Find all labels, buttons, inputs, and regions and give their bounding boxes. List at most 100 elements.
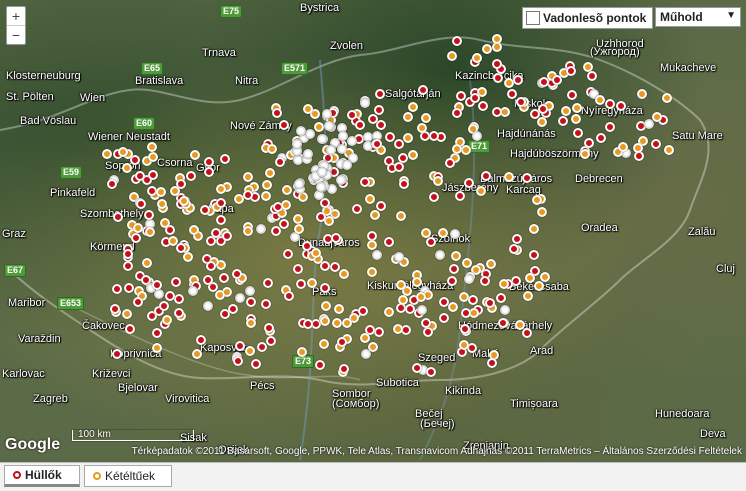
observation-marker[interactable] xyxy=(412,363,422,373)
observation-marker[interactable] xyxy=(605,122,615,132)
observation-marker[interactable] xyxy=(452,144,462,154)
observation-marker[interactable] xyxy=(338,131,348,141)
observation-marker[interactable] xyxy=(317,167,327,177)
observation-marker[interactable] xyxy=(157,199,167,209)
observation-marker[interactable] xyxy=(283,249,293,259)
observation-marker[interactable] xyxy=(417,305,427,315)
observation-marker[interactable] xyxy=(580,149,590,159)
observation-marker[interactable] xyxy=(331,233,341,243)
observation-marker[interactable] xyxy=(499,279,509,289)
observation-marker[interactable] xyxy=(339,269,349,279)
observation-marker[interactable] xyxy=(481,171,491,181)
observation-marker[interactable] xyxy=(498,318,508,328)
observation-marker[interactable] xyxy=(384,307,394,317)
observation-marker[interactable] xyxy=(148,170,158,180)
observation-marker[interactable] xyxy=(262,180,272,190)
observation-marker[interactable] xyxy=(188,286,198,296)
observation-marker[interactable] xyxy=(296,126,306,136)
observation-marker[interactable] xyxy=(147,142,157,152)
observation-marker[interactable] xyxy=(372,139,382,149)
observation-marker[interactable] xyxy=(152,280,162,290)
observation-marker[interactable] xyxy=(124,283,134,293)
observation-marker[interactable] xyxy=(461,308,471,318)
observation-marker[interactable] xyxy=(396,280,406,290)
observation-marker[interactable] xyxy=(315,360,325,370)
observation-marker[interactable] xyxy=(196,335,206,345)
observation-marker[interactable] xyxy=(426,237,436,247)
observation-marker[interactable] xyxy=(322,109,332,119)
observation-marker[interactable] xyxy=(235,341,245,351)
observation-marker[interactable] xyxy=(342,318,352,328)
observation-marker[interactable] xyxy=(512,234,522,244)
observation-marker[interactable] xyxy=(618,142,628,152)
observation-marker[interactable] xyxy=(492,107,502,117)
observation-marker[interactable] xyxy=(416,292,426,302)
observation-marker[interactable] xyxy=(447,51,457,61)
observation-marker[interactable] xyxy=(399,179,409,189)
observation-marker[interactable] xyxy=(516,97,526,107)
observation-marker[interactable] xyxy=(509,244,519,254)
observation-marker[interactable] xyxy=(261,299,271,309)
observation-marker[interactable] xyxy=(135,171,145,181)
observation-marker[interactable] xyxy=(421,228,431,238)
observation-marker[interactable] xyxy=(311,248,321,258)
observation-marker[interactable] xyxy=(394,139,404,149)
observation-marker[interactable] xyxy=(462,258,472,268)
observation-marker[interactable] xyxy=(452,108,462,118)
observation-marker[interactable] xyxy=(125,324,135,334)
observation-marker[interactable] xyxy=(476,186,486,196)
observation-marker[interactable] xyxy=(107,179,117,189)
observation-marker[interactable] xyxy=(339,364,349,374)
observation-marker[interactable] xyxy=(558,116,568,126)
observation-marker[interactable] xyxy=(110,304,120,314)
observation-marker[interactable] xyxy=(529,250,539,260)
observation-marker[interactable] xyxy=(152,328,162,338)
observation-marker[interactable] xyxy=(429,192,439,202)
observation-marker[interactable] xyxy=(186,171,196,181)
observation-marker[interactable] xyxy=(584,138,594,148)
observation-marker[interactable] xyxy=(266,336,276,346)
observation-marker[interactable] xyxy=(170,186,180,196)
maptype-select[interactable]: Műhold ▼ xyxy=(655,7,741,27)
observation-marker[interactable] xyxy=(464,178,474,188)
observation-marker[interactable] xyxy=(148,152,158,162)
observation-marker[interactable] xyxy=(637,89,647,99)
observation-marker[interactable] xyxy=(279,219,289,229)
observation-marker[interactable] xyxy=(447,276,457,286)
observation-marker[interactable] xyxy=(448,302,458,312)
observation-marker[interactable] xyxy=(571,114,581,124)
observation-marker[interactable] xyxy=(572,103,582,113)
observation-marker[interactable] xyxy=(360,98,370,108)
observation-marker[interactable] xyxy=(133,223,143,233)
observation-marker[interactable] xyxy=(525,273,535,283)
observation-marker[interactable] xyxy=(159,301,169,311)
observation-marker[interactable] xyxy=(256,224,266,234)
observation-marker[interactable] xyxy=(144,210,154,220)
observation-marker[interactable] xyxy=(246,297,256,307)
observation-marker[interactable] xyxy=(595,95,605,105)
observation-marker[interactable] xyxy=(652,112,662,122)
observation-marker[interactable] xyxy=(633,143,643,153)
observation-marker[interactable] xyxy=(438,228,448,238)
observation-marker[interactable] xyxy=(319,339,329,349)
observation-marker[interactable] xyxy=(133,297,143,307)
observation-marker[interactable] xyxy=(305,129,315,139)
observation-marker[interactable] xyxy=(566,66,576,76)
observation-marker[interactable] xyxy=(445,158,455,168)
zoom-out-button[interactable]: − xyxy=(7,25,25,44)
observation-marker[interactable] xyxy=(376,201,386,211)
observation-marker[interactable] xyxy=(358,306,368,316)
observation-marker[interactable] xyxy=(429,131,439,141)
observation-marker[interactable] xyxy=(246,318,256,328)
observation-marker[interactable] xyxy=(233,356,243,366)
observation-marker[interactable] xyxy=(320,316,330,326)
observation-marker[interactable] xyxy=(154,289,164,299)
observation-marker[interactable] xyxy=(452,36,462,46)
observation-marker[interactable] xyxy=(393,324,403,334)
observation-marker[interactable] xyxy=(165,291,175,301)
observation-marker[interactable] xyxy=(320,198,330,208)
observation-marker[interactable] xyxy=(245,286,255,296)
observation-marker[interactable] xyxy=(296,279,306,289)
observation-marker[interactable] xyxy=(500,305,510,315)
observation-marker[interactable] xyxy=(451,251,461,261)
